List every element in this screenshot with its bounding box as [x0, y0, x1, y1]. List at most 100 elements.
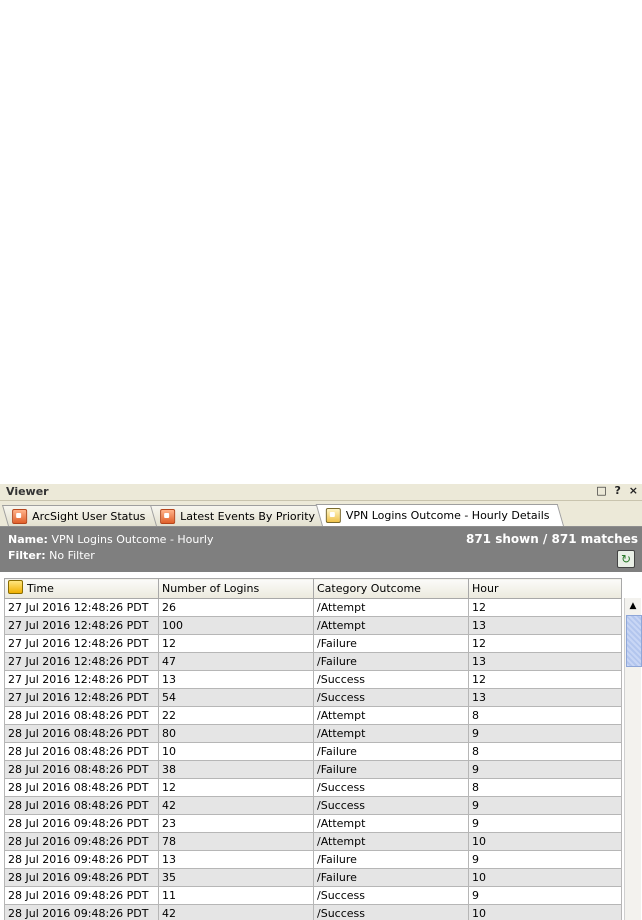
cell-category-outcome: /Failure — [313, 850, 469, 869]
cell-number-of-logins: 38 — [158, 760, 314, 779]
cell-number-of-logins: 13 — [158, 670, 314, 689]
help-icon[interactable]: ? — [615, 484, 623, 497]
cell-category-outcome: /Success — [313, 886, 469, 905]
cell-time: 27 Jul 2016 12:48:26 PDT — [4, 670, 159, 689]
table-row[interactable]: 28 Jul 2016 08:48:26 PDT 22/Attempt 8 — [4, 706, 622, 725]
cell-time: 28 Jul 2016 09:48:26 PDT — [4, 814, 159, 833]
column-header-hour[interactable]: Hour — [468, 578, 622, 599]
cell-category-outcome: /Success — [313, 670, 469, 689]
cell-category-outcome: /Success — [313, 796, 469, 815]
cell-time: 28 Jul 2016 09:48:26 PDT — [4, 868, 159, 887]
cell-category-outcome: /Attempt — [313, 616, 469, 635]
cell-number-of-logins: 35 — [158, 868, 314, 887]
cell-number-of-logins: 12 — [158, 634, 314, 653]
clock-icon — [8, 580, 23, 594]
table-row[interactable]: 27 Jul 2016 12:48:26 PDT 47/Failure 13 — [4, 652, 622, 671]
cell-category-outcome: /Failure — [313, 868, 469, 887]
column-header-category-outcome[interactable]: Category Outcome — [313, 578, 469, 599]
cell-category-outcome: /Attempt — [313, 706, 469, 725]
filter-label: Filter: — [8, 549, 46, 562]
table-row[interactable]: 27 Jul 2016 12:48:26 PDT 100/Attempt 13 — [4, 616, 622, 635]
table-row[interactable]: 28 Jul 2016 09:48:26 PDT 11/Success 9 — [4, 886, 622, 905]
cell-time: 28 Jul 2016 08:48:26 PDT — [4, 706, 159, 725]
table-row[interactable]: 28 Jul 2016 09:48:26 PDT 23/Attempt 9 — [4, 814, 622, 833]
name-value: VPN Logins Outcome - Hourly — [51, 533, 214, 546]
query-filter: Filter: No Filter — [8, 549, 95, 562]
cell-time: 27 Jul 2016 12:48:26 PDT — [4, 688, 159, 707]
column-header-time[interactable]: Time — [4, 578, 159, 599]
table-row[interactable]: 28 Jul 2016 09:48:26 PDT 35/Failure 10 — [4, 868, 622, 887]
results-grid: Time Number of Logins Category Outcome H… — [0, 572, 642, 920]
table-row[interactable]: 28 Jul 2016 09:48:26 PDT 13/Failure 9 — [4, 850, 622, 869]
cell-time: 27 Jul 2016 12:48:26 PDT — [4, 598, 159, 617]
cell-time: 27 Jul 2016 12:48:26 PDT — [4, 652, 159, 671]
tab-arcsight-user-status[interactable]: ArcSight User Status — [1, 505, 160, 526]
restore-icon[interactable]: □ — [596, 484, 608, 497]
cell-number-of-logins: 47 — [158, 652, 314, 671]
cell-time: 28 Jul 2016 08:48:26 PDT — [4, 760, 159, 779]
cell-hour: 8 — [468, 706, 622, 725]
cell-category-outcome: /Success — [313, 778, 469, 797]
scroll-thumb[interactable] — [626, 615, 642, 667]
cell-category-outcome: /Attempt — [313, 598, 469, 617]
cell-hour: 8 — [468, 778, 622, 797]
table-row[interactable]: 28 Jul 2016 08:48:26 PDT 10/Failure 8 — [4, 742, 622, 761]
table-row[interactable]: 28 Jul 2016 08:48:26 PDT 38/Failure 9 — [4, 760, 622, 779]
cell-time: 28 Jul 2016 09:48:26 PDT — [4, 886, 159, 905]
table-row[interactable]: 27 Jul 2016 12:48:26 PDT 12/Failure 12 — [4, 634, 622, 653]
cell-hour: 10 — [468, 832, 622, 851]
cell-time: 27 Jul 2016 12:48:26 PDT — [4, 634, 159, 653]
cell-number-of-logins: 78 — [158, 832, 314, 851]
table-row[interactable]: 28 Jul 2016 08:48:26 PDT 42/Success 9 — [4, 796, 622, 815]
cell-number-of-logins: 13 — [158, 850, 314, 869]
cell-number-of-logins: 42 — [158, 796, 314, 815]
vertical-scrollbar[interactable]: ▲ — [624, 598, 642, 920]
cell-hour: 9 — [468, 724, 622, 743]
tab-latest-events-by-priority[interactable]: Latest Events By Priority — [149, 505, 329, 526]
cell-time: 28 Jul 2016 08:48:26 PDT — [4, 742, 159, 761]
dashboard-icon — [12, 508, 28, 524]
window-controls: □ ? × — [596, 484, 640, 497]
cell-category-outcome: /Failure — [313, 742, 469, 761]
cell-number-of-logins: 22 — [158, 706, 314, 725]
cell-time: 28 Jul 2016 09:48:26 PDT — [4, 904, 159, 920]
cell-hour: 10 — [468, 904, 622, 920]
scroll-up-icon[interactable]: ▲ — [625, 598, 641, 614]
table-row[interactable]: 27 Jul 2016 12:48:26 PDT 54/Success 13 — [4, 688, 622, 707]
close-icon[interactable]: × — [629, 484, 640, 497]
cell-hour: 10 — [468, 868, 622, 887]
cell-time: 28 Jul 2016 09:48:26 PDT — [4, 850, 159, 869]
tab-label: ArcSight User Status — [32, 509, 146, 523]
query-viewer-icon — [325, 507, 341, 523]
tab-label: Latest Events By Priority — [180, 509, 316, 523]
cell-time: 28 Jul 2016 08:48:26 PDT — [4, 778, 159, 797]
cell-category-outcome: /Attempt — [313, 724, 469, 743]
table-row[interactable]: 28 Jul 2016 08:48:26 PDT 12/Success 8 — [4, 778, 622, 797]
table-row[interactable]: 28 Jul 2016 08:48:26 PDT 80/Attempt 9 — [4, 724, 622, 743]
cell-hour: 9 — [468, 796, 622, 815]
cell-category-outcome: /Success — [313, 904, 469, 920]
cell-time: 28 Jul 2016 08:48:26 PDT — [4, 724, 159, 743]
table-row[interactable]: 27 Jul 2016 12:48:26 PDT 13/Success 12 — [4, 670, 622, 689]
filter-value: No Filter — [49, 549, 95, 562]
column-header-number-of-logins[interactable]: Number of Logins — [158, 578, 314, 599]
table-row[interactable]: 28 Jul 2016 09:48:26 PDT 42/Success 10 — [4, 904, 622, 920]
cell-number-of-logins: 54 — [158, 688, 314, 707]
viewer-title: Viewer — [6, 485, 49, 498]
cell-hour: 9 — [468, 814, 622, 833]
cell-category-outcome: /Attempt — [313, 814, 469, 833]
table-body: 27 Jul 2016 12:48:26 PDT 26/Attempt 12 27 J… — [4, 598, 622, 920]
match-count: 871 shown / 871 matches — [465, 532, 638, 546]
table-row[interactable]: 27 Jul 2016 12:48:26 PDT 26/Attempt 12 — [4, 598, 622, 617]
cell-hour: 13 — [468, 688, 622, 707]
name-label: Name: — [8, 533, 48, 546]
tab-vpn-logins-outcome-hourly-details[interactable]: VPN Logins Outcome - Hourly Details — [315, 504, 564, 526]
cell-number-of-logins: 26 — [158, 598, 314, 617]
cell-category-outcome: /Failure — [313, 652, 469, 671]
cell-time: 28 Jul 2016 08:48:26 PDT — [4, 796, 159, 815]
refresh-icon[interactable]: ↻ — [617, 550, 635, 568]
table-row[interactable]: 28 Jul 2016 09:48:26 PDT 78/Attempt 10 — [4, 832, 622, 851]
cell-hour: 13 — [468, 616, 622, 635]
dashboard-icon — [160, 508, 176, 524]
cell-number-of-logins: 23 — [158, 814, 314, 833]
